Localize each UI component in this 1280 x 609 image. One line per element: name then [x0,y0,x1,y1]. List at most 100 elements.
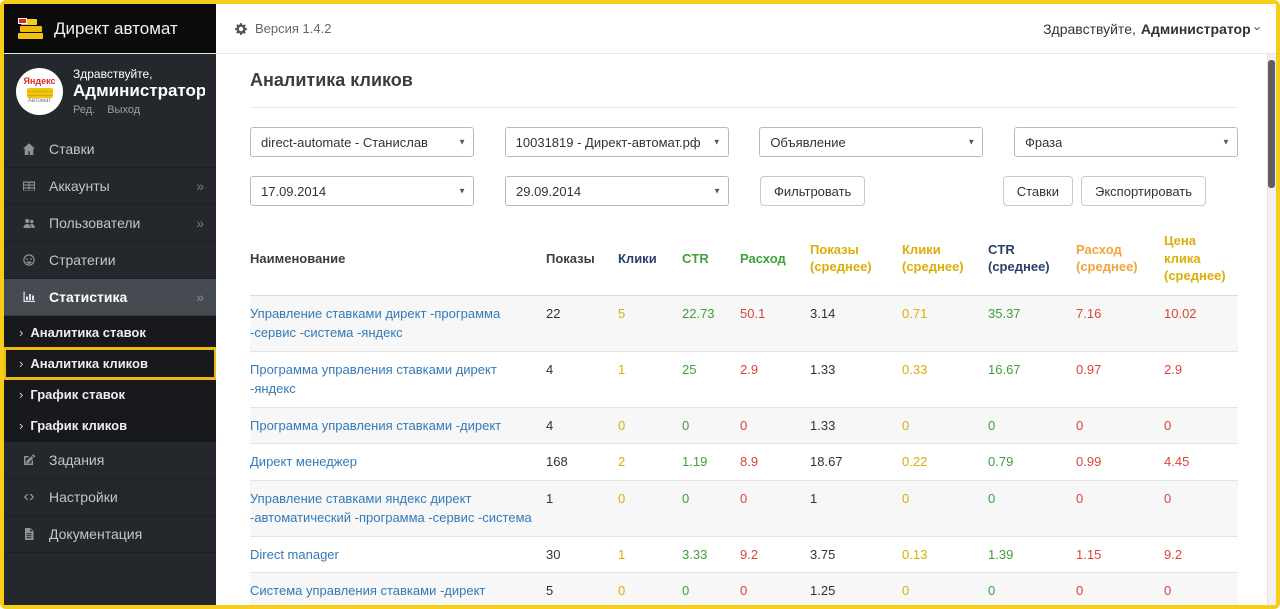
account-select[interactable]: direct-automate - Станислав ▼ [250,127,474,157]
row-name-link[interactable]: Управление ставками яндекс директ -автом… [250,480,546,536]
sidebar-item-label: Статистика [49,289,196,305]
sidebar-item-polzovateli[interactable]: Пользователи » [4,205,216,242]
sidebar-item-statistika[interactable]: Статистика » [4,279,216,316]
row-cell: 18.67 [810,444,902,481]
date-from-select[interactable]: 17.09.2014 ▼ [250,176,474,206]
sidebar-item-grafik-stavok[interactable]: › График ставок [4,379,216,410]
row-name-link[interactable]: Система управления ставками -директ [250,573,546,605]
rates-button[interactable]: Ставки [1003,176,1073,206]
row-cell: 0 [1164,407,1238,444]
row-cell: 0.33 [902,351,988,407]
row-cell: 0.71 [902,295,988,351]
row-cell: 1 [618,351,682,407]
sidebar-item-stavki[interactable]: Ставки [4,131,216,168]
row-cell: 0.13 [902,536,988,573]
row-name-link[interactable]: Программа управления ставками -директ [250,407,546,444]
column-header-2[interactable]: Клики [618,226,682,295]
row-name-link[interactable]: Директ менеджер [250,444,546,481]
submenu-label: Аналитика ставок [30,325,146,340]
stats-table: НаименованиеПоказыКликиCTRРасходПоказы (… [250,226,1238,605]
chevron-right-icon: › [19,356,23,371]
row-cell: 0 [988,573,1076,605]
sidebar-item-label: Документация [49,526,204,542]
row-cell: 1.33 [810,407,902,444]
column-header-6[interactable]: Клики (среднее) [902,226,988,295]
column-header-8[interactable]: Расход (среднее) [1076,226,1164,295]
column-header-0[interactable]: Наименование [250,226,546,295]
column-header-1[interactable]: Показы [546,226,618,295]
scrollbar-thumb[interactable] [1268,60,1275,188]
row-name-link[interactable]: Управление ставками директ -программа -с… [250,295,546,351]
campaign-select[interactable]: 10031819 - Директ-автомат.рф ▼ [505,127,729,157]
double-chevron-icon: » [196,289,204,305]
chevron-down-icon: ▼ [458,138,466,147]
sidebar-item-strategii[interactable]: Стратегии [4,242,216,279]
smiley-icon [18,253,40,267]
sidebar-item-grafik-klikov[interactable]: › График кликов [4,410,216,441]
sidebar-item-label: Ставки [49,141,204,157]
export-button[interactable]: Экспортировать [1081,176,1206,206]
sidebar-item-zadaniya[interactable]: Задания [4,442,216,479]
avatar: Яндекс Автомат [16,68,63,115]
ad-select[interactable]: Объявление ▼ [759,127,983,157]
row-cell: 1.15 [1076,536,1164,573]
filter-button[interactable]: Фильтровать [760,176,865,206]
brand[interactable]: Директ автомат [4,4,216,53]
row-cell: 9.2 [1164,536,1238,573]
sidebar-item-label: Настройки [49,489,204,505]
submenu-label: График ставок [30,387,125,402]
chevron-right-icon: › [19,387,23,402]
select-value: 10031819 - Директ-автомат.рф [516,135,701,150]
column-header-5[interactable]: Показы (среднее) [810,226,902,295]
main-panel: Аналитика кликов direct-automate - Стани… [216,54,1276,605]
sidebar-item-nastroyki[interactable]: Настройки [4,479,216,516]
submenu-label: Аналитика кликов [30,356,148,371]
stats-table-header-row: НаименованиеПоказыКликиCTRРасходПоказы (… [250,226,1238,295]
sidebar-item-dokumentaciya[interactable]: Документация [4,516,216,553]
row-name-link[interactable]: Direct manager [250,536,546,573]
sidebar-item-analitika-klikov[interactable]: › Аналитика кликов [4,348,216,379]
row-cell: 5 [618,295,682,351]
chevron-down-icon: ▼ [713,138,721,147]
column-header-3[interactable]: CTR [682,226,740,295]
sidebar-item-label: Пользователи [49,215,196,231]
chevron-down-icon: ▼ [967,138,975,147]
row-cell: 8.9 [740,444,810,481]
date-to-select[interactable]: 29.09.2014 ▼ [505,176,729,206]
row-cell: 0 [740,573,810,605]
row-cell: 5 [546,573,618,605]
user-name: Администратор [1141,21,1251,37]
table-row: Система управления ставками -директ50001… [250,573,1238,605]
phrase-select[interactable]: Фраза ▼ [1014,127,1238,157]
logout-link[interactable]: Выход [107,104,140,116]
row-cell: 0 [902,573,988,605]
column-header-7[interactable]: CTR (среднее) [988,226,1076,295]
app-window: { "colors": { "frame-yellow": "#f6ce1a",… [0,0,1280,609]
scrollbar-track[interactable] [1267,54,1276,605]
brand-title: Директ автомат [54,19,178,39]
edit-profile-link[interactable]: Ред. [73,104,95,116]
row-cell: 10.02 [1164,295,1238,351]
sidebar-item-akkaunty[interactable]: Аккаунты » [4,168,216,205]
row-cell: 0 [1076,480,1164,536]
row-cell: 0 [618,407,682,444]
profile-name: Администратор [73,81,205,101]
column-header-4[interactable]: Расход [740,226,810,295]
column-header-9[interactable]: Цена клика (среднее) [1164,226,1238,295]
select-value: 29.09.2014 [516,184,581,199]
avatar-brand-text: Яндекс [23,77,55,87]
row-cell: 1.33 [810,351,902,407]
select-value: Фраза [1025,135,1062,150]
select-value: Объявление [770,135,845,150]
chevron-down-icon: › [1250,26,1265,30]
row-cell: 9.2 [740,536,810,573]
profile-info: Здравствуйте, Администратор Ред. Выход [73,67,205,116]
row-name-link[interactable]: Программа управления ставками директ -ян… [250,351,546,407]
user-menu[interactable]: Здравствуйте, Администратор › [1043,4,1276,53]
row-cell: 2.9 [1164,351,1238,407]
select-value: 17.09.2014 [261,184,326,199]
sidebar-item-analitika-stavok[interactable]: › Аналитика ставок [4,317,216,348]
row-cell: 3.14 [810,295,902,351]
row-cell: 0 [682,573,740,605]
version-label: Версия 1.4.2 [234,4,331,53]
